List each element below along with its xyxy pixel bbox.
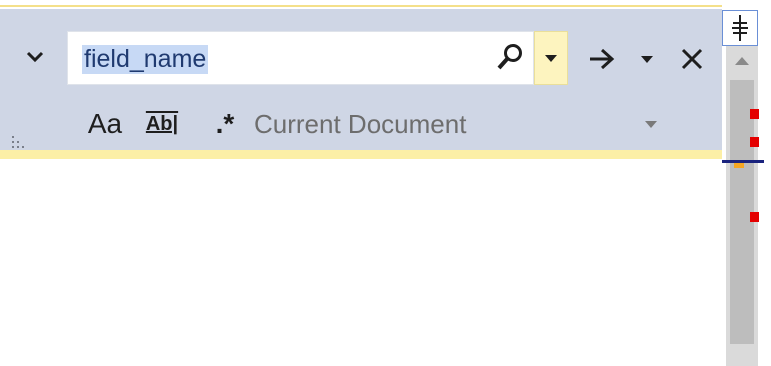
search-icon — [497, 44, 522, 70]
search-input-value[interactable]: field_name — [82, 45, 209, 74]
dropdown-arrow-icon — [545, 55, 557, 62]
match-case-toggle[interactable]: Aa — [72, 101, 138, 147]
match-whole-word-toggle[interactable]: Ab| — [132, 101, 192, 147]
search-history-dropdown[interactable] — [534, 31, 568, 85]
highlight-line — [0, 5, 722, 7]
window-splitter-button[interactable] — [722, 10, 758, 46]
find-result-marker — [750, 109, 759, 119]
whole-word-icon: Ab| — [145, 112, 179, 135]
search-scope-value: Current Document — [254, 108, 467, 139]
chevron-down-icon — [26, 51, 44, 63]
window-splitter-icon — [732, 15, 748, 41]
scroll-up-icon — [735, 57, 749, 65]
search-input[interactable]: field_name — [67, 31, 534, 85]
regex-icon: .* — [215, 108, 235, 139]
close-icon — [681, 48, 703, 70]
find-widget: field_name Aa Ab| .* Current Document — [0, 9, 722, 150]
editor-top-strip — [0, 0, 722, 9]
search-scope-select[interactable]: Current Document — [254, 101, 674, 147]
match-case-icon: Aa — [87, 108, 123, 139]
regex-toggle[interactable]: .* — [194, 101, 256, 147]
dropdown-arrow-icon — [645, 121, 657, 128]
search-button[interactable] — [490, 35, 530, 79]
close-button[interactable] — [670, 37, 714, 81]
caret-position-marker — [722, 160, 764, 163]
arrow-right-icon — [590, 48, 615, 70]
find-result-marker — [750, 212, 759, 222]
find-result-marker — [750, 137, 759, 147]
find-options-dropdown[interactable] — [630, 41, 664, 77]
scroll-up-button[interactable] — [728, 48, 756, 74]
find-next-button[interactable] — [580, 37, 624, 81]
find-widget-border — [0, 150, 722, 159]
dropdown-arrow-icon — [641, 56, 653, 63]
resize-grip[interactable] — [12, 136, 32, 150]
toggle-replace-button[interactable] — [18, 39, 52, 75]
